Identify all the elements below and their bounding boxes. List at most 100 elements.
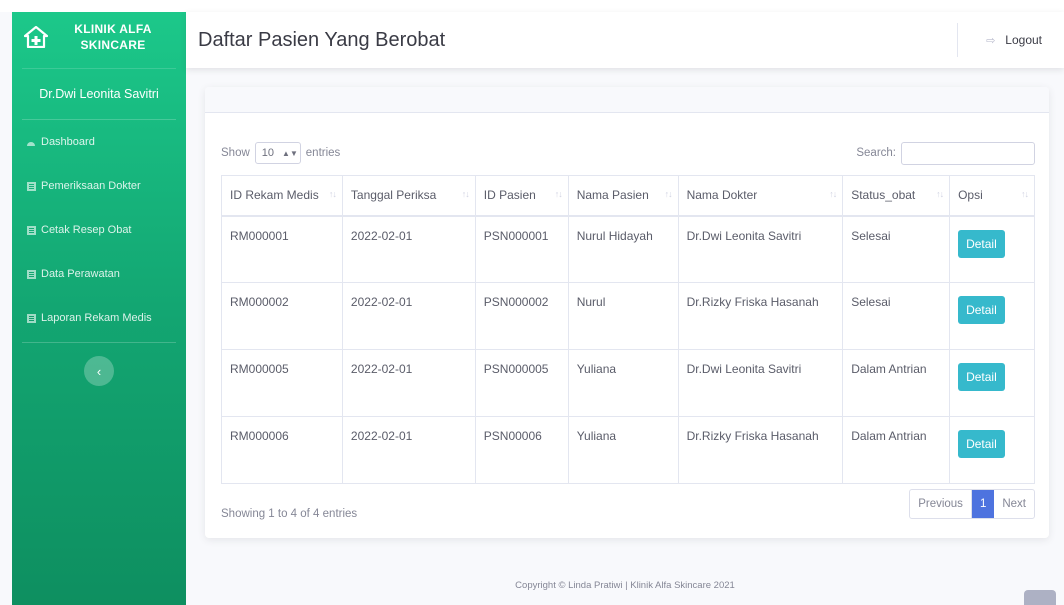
cell-nama-pasien: Yuliana: [567, 416, 679, 484]
cell-tanggal-periksa: 2022-02-01: [341, 282, 476, 350]
detail-button[interactable]: Detail: [958, 296, 1005, 324]
logout-link[interactable]: ⇨ Logout: [986, 33, 1064, 47]
entries-length-control: Show 10 ▲▼ entries: [221, 142, 340, 164]
sidebar-divider: [22, 342, 176, 343]
table-controls: Show 10 ▲▼ entries Search:: [221, 141, 1035, 165]
brand-name-line2: SKINCARE: [80, 38, 146, 52]
cell-id-pasien: PSN000001: [474, 215, 569, 283]
cell-id-rekam-medis: RM000001: [221, 215, 343, 283]
cell-id-rekam-medis: RM000002: [221, 282, 343, 350]
sidebar-item-label: Pemeriksaan Dokter: [41, 180, 141, 192]
patients-table: ID Rekam Medis ↑↓ Tanggal Periksa ↑↓ ID Pa…: [221, 175, 1035, 484]
sort-icon: ↑↓: [829, 189, 837, 199]
column-header-id-rekam-medis[interactable]: ID Rekam Medis ↑↓: [221, 175, 343, 217]
next-page-button[interactable]: Next: [994, 490, 1034, 518]
search-label: Search:: [856, 147, 896, 159]
sidebar-item-label: Cetak Resep Obat: [41, 224, 132, 236]
brand-name: KLINIK ALFA SKINCARE: [50, 21, 176, 53]
sidebar-item-dashboard[interactable]: Dashboard: [12, 120, 186, 164]
cell-opsi: Detail: [949, 282, 1035, 350]
detail-button[interactable]: Detail: [958, 229, 1005, 258]
cell-id-rekam-medis: RM000005: [221, 349, 343, 417]
entries-label: entries: [305, 147, 341, 159]
entries-select[interactable]: 10 ▲▼: [254, 142, 301, 164]
sign-out-icon: ⇨: [986, 34, 996, 47]
cell-tanggal-periksa: 2022-02-01: [341, 349, 476, 417]
sidebar-item-label: Data Perawatan: [41, 268, 120, 280]
topbar-divider: [957, 23, 959, 57]
cell-opsi: Detail: [949, 215, 1035, 283]
cell-status-obat: Selesai: [842, 215, 951, 283]
list-icon: [26, 181, 36, 191]
page-title: Daftar Pasien Yang Berobat: [198, 28, 446, 51]
cell-nama-dokter: Dr.Rizky Friska Hasanah: [677, 282, 844, 350]
topbar: Daftar Pasien Yang Berobat ⇨ Logout: [186, 12, 1064, 68]
scroll-to-top-button[interactable]: [1024, 590, 1056, 605]
cell-id-pasien: PSN000002: [474, 282, 569, 350]
cell-nama-dokter: Dr.Rizky Friska Hasanah: [677, 416, 844, 484]
search-control: Search:: [856, 141, 1035, 165]
brand[interactable]: KLINIK ALFA SKINCARE: [12, 12, 186, 62]
table-row: RM000005 2022-02-01 PSN000005 Yuliana Dr…: [221, 349, 1035, 417]
previous-page-button[interactable]: Previous: [910, 490, 972, 518]
table-row: RM000006 2022-02-01 PSN00006 Yuliana Dr.…: [221, 416, 1035, 484]
cell-tanggal-periksa: 2022-02-01: [341, 215, 476, 283]
table-row: RM000002 2022-02-01 PSN000002 Nurul Dr.R…: [221, 282, 1035, 350]
cell-nama-pasien: Yuliana: [567, 349, 679, 417]
column-header-tanggal-periksa[interactable]: Tanggal Periksa ↑↓: [341, 175, 476, 217]
sidebar-item-label: Dashboard: [41, 136, 95, 148]
sidebar: KLINIK ALFA SKINCARE Dr.Dwi Leonita Savi…: [12, 12, 186, 605]
list-icon: [26, 313, 36, 323]
cell-nama-pasien: Nurul: [567, 282, 679, 350]
detail-button[interactable]: Detail: [958, 363, 1005, 391]
brand-name-line1: KLINIK ALFA: [74, 22, 152, 36]
page-button-current[interactable]: 1: [971, 490, 995, 518]
sidebar-item-label: Laporan Rekam Medis: [41, 312, 152, 324]
cell-tanggal-periksa: 2022-02-01: [341, 416, 476, 484]
sort-icon: ↑↓: [664, 189, 673, 199]
column-header-status-obat[interactable]: Status_obat ↑↓: [842, 175, 951, 217]
cell-opsi: Detail: [949, 349, 1035, 417]
cell-nama-pasien: Nurul Hidayah: [567, 215, 679, 283]
detail-button[interactable]: Detail: [958, 430, 1005, 458]
cell-id-pasien: PSN00006: [474, 416, 569, 484]
table-info: Showing 1 to 4 of 4 entries: [221, 508, 358, 520]
top-margin: [0, 0, 1064, 12]
table-footer: Showing 1 to 4 of 4 entries Previous 1 N…: [221, 489, 1035, 523]
entries-value: 10: [261, 147, 275, 159]
patients-card: Show 10 ▲▼ entries Search: ID Rekam Medi…: [205, 87, 1049, 538]
sidebar-item-data-perawatan[interactable]: Data Perawatan: [12, 252, 186, 296]
sidebar-toggle-button[interactable]: ‹: [84, 356, 114, 386]
doctor-name: Dr.Dwi Leonita Savitri: [22, 68, 176, 120]
cell-status-obat: Selesai: [842, 282, 951, 350]
sidebar-item-laporan-rekam-medis[interactable]: Laporan Rekam Medis: [12, 296, 186, 340]
show-label: Show: [221, 147, 250, 159]
search-input[interactable]: [901, 141, 1035, 165]
cell-opsi: Detail: [949, 416, 1035, 484]
column-header-nama-pasien[interactable]: Nama Pasien ↑↓: [567, 175, 679, 217]
dashboard-icon: [26, 137, 36, 147]
sidebar-item-cetak-resep-obat[interactable]: Cetak Resep Obat: [12, 208, 186, 252]
sort-icon: ↑↓: [461, 189, 470, 199]
cell-nama-dokter: Dr.Dwi Leonita Savitri: [677, 215, 844, 283]
sort-icon: ↑↓: [328, 189, 337, 199]
clinic-house-icon: [22, 23, 50, 51]
sort-icon: ↑↓: [1021, 189, 1029, 199]
column-header-id-pasien[interactable]: ID Pasien ↑↓: [474, 175, 569, 217]
cell-status-obat: Dalam Antrian: [842, 349, 951, 417]
chevron-left-icon: ‹: [96, 363, 102, 379]
copyright-footer: Copyright © Linda Pratiwi | Klinik Alfa …: [515, 580, 735, 591]
card-header: [205, 87, 1049, 113]
list-icon: [26, 269, 36, 279]
sidebar-item-pemeriksaan-dokter[interactable]: Pemeriksaan Dokter: [12, 164, 186, 208]
table-row: RM000001 2022-02-01 PSN000001 Nurul Hida…: [221, 215, 1035, 283]
cell-id-pasien: PSN000005: [474, 349, 569, 417]
column-header-opsi[interactable]: Opsi ↑↓: [949, 175, 1035, 217]
logout-label: Logout: [1005, 33, 1042, 47]
column-header-nama-dokter[interactable]: Nama Dokter ↑↓: [677, 175, 844, 217]
sort-icon: ↑↓: [554, 189, 563, 199]
list-icon: [26, 225, 36, 235]
cell-nama-dokter: Dr.Dwi Leonita Savitri: [677, 349, 844, 417]
pagination: Previous 1 Next: [909, 489, 1035, 519]
table-header-row: ID Rekam Medis ↑↓ Tanggal Periksa ↑↓ ID Pa…: [221, 175, 1035, 217]
